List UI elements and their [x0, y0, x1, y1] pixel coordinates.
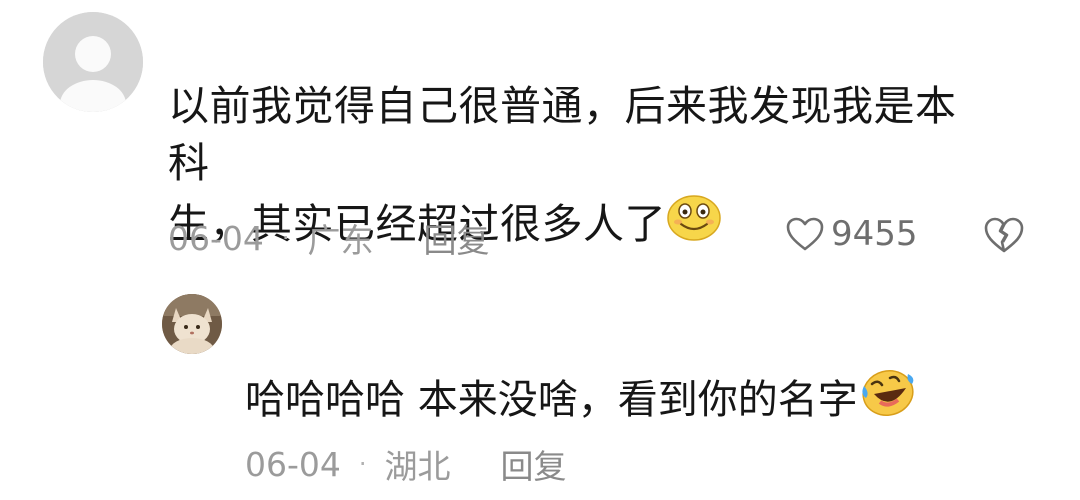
- reply-location: 湖北: [384, 447, 451, 486]
- default-user-icon: [43, 12, 143, 112]
- reply-to-reply-button[interactable]: 回复: [501, 440, 567, 488]
- comment-location: 广东: [307, 221, 374, 260]
- reply-button[interactable]: 回复: [424, 214, 490, 262]
- dislike-button[interactable]: [983, 216, 1025, 258]
- comment-meta: 06-04 · 广东 回复: [168, 214, 490, 262]
- like-button[interactable]: 9455: [785, 214, 918, 254]
- like-count: 9455: [831, 214, 918, 254]
- laughing-tears-emoji-icon: [858, 366, 918, 433]
- heart-outline-icon: [786, 217, 824, 251]
- reply-date: 06-04: [245, 444, 341, 484]
- meta-separator: ·: [358, 450, 367, 478]
- comment-date: 06-04: [168, 218, 264, 258]
- comment-avatar[interactable]: [43, 12, 143, 112]
- reply-body: 哈哈哈哈 本来没啥，看到你的名字: [245, 366, 918, 433]
- smiling-face-emoji-icon: [666, 192, 722, 257]
- reply-meta: 06-04 · 湖北 回复: [245, 440, 567, 488]
- broken-heart-icon: [984, 217, 1024, 253]
- reply-text: 哈哈哈哈 本来没啥，看到你的名字: [245, 376, 858, 423]
- reply-avatar[interactable]: [162, 294, 222, 354]
- comment-text-line1: 以前我觉得自己很普通，后来我发现我是本科: [168, 82, 957, 187]
- cat-avatar-icon: [162, 294, 222, 354]
- meta-separator: ·: [281, 224, 290, 252]
